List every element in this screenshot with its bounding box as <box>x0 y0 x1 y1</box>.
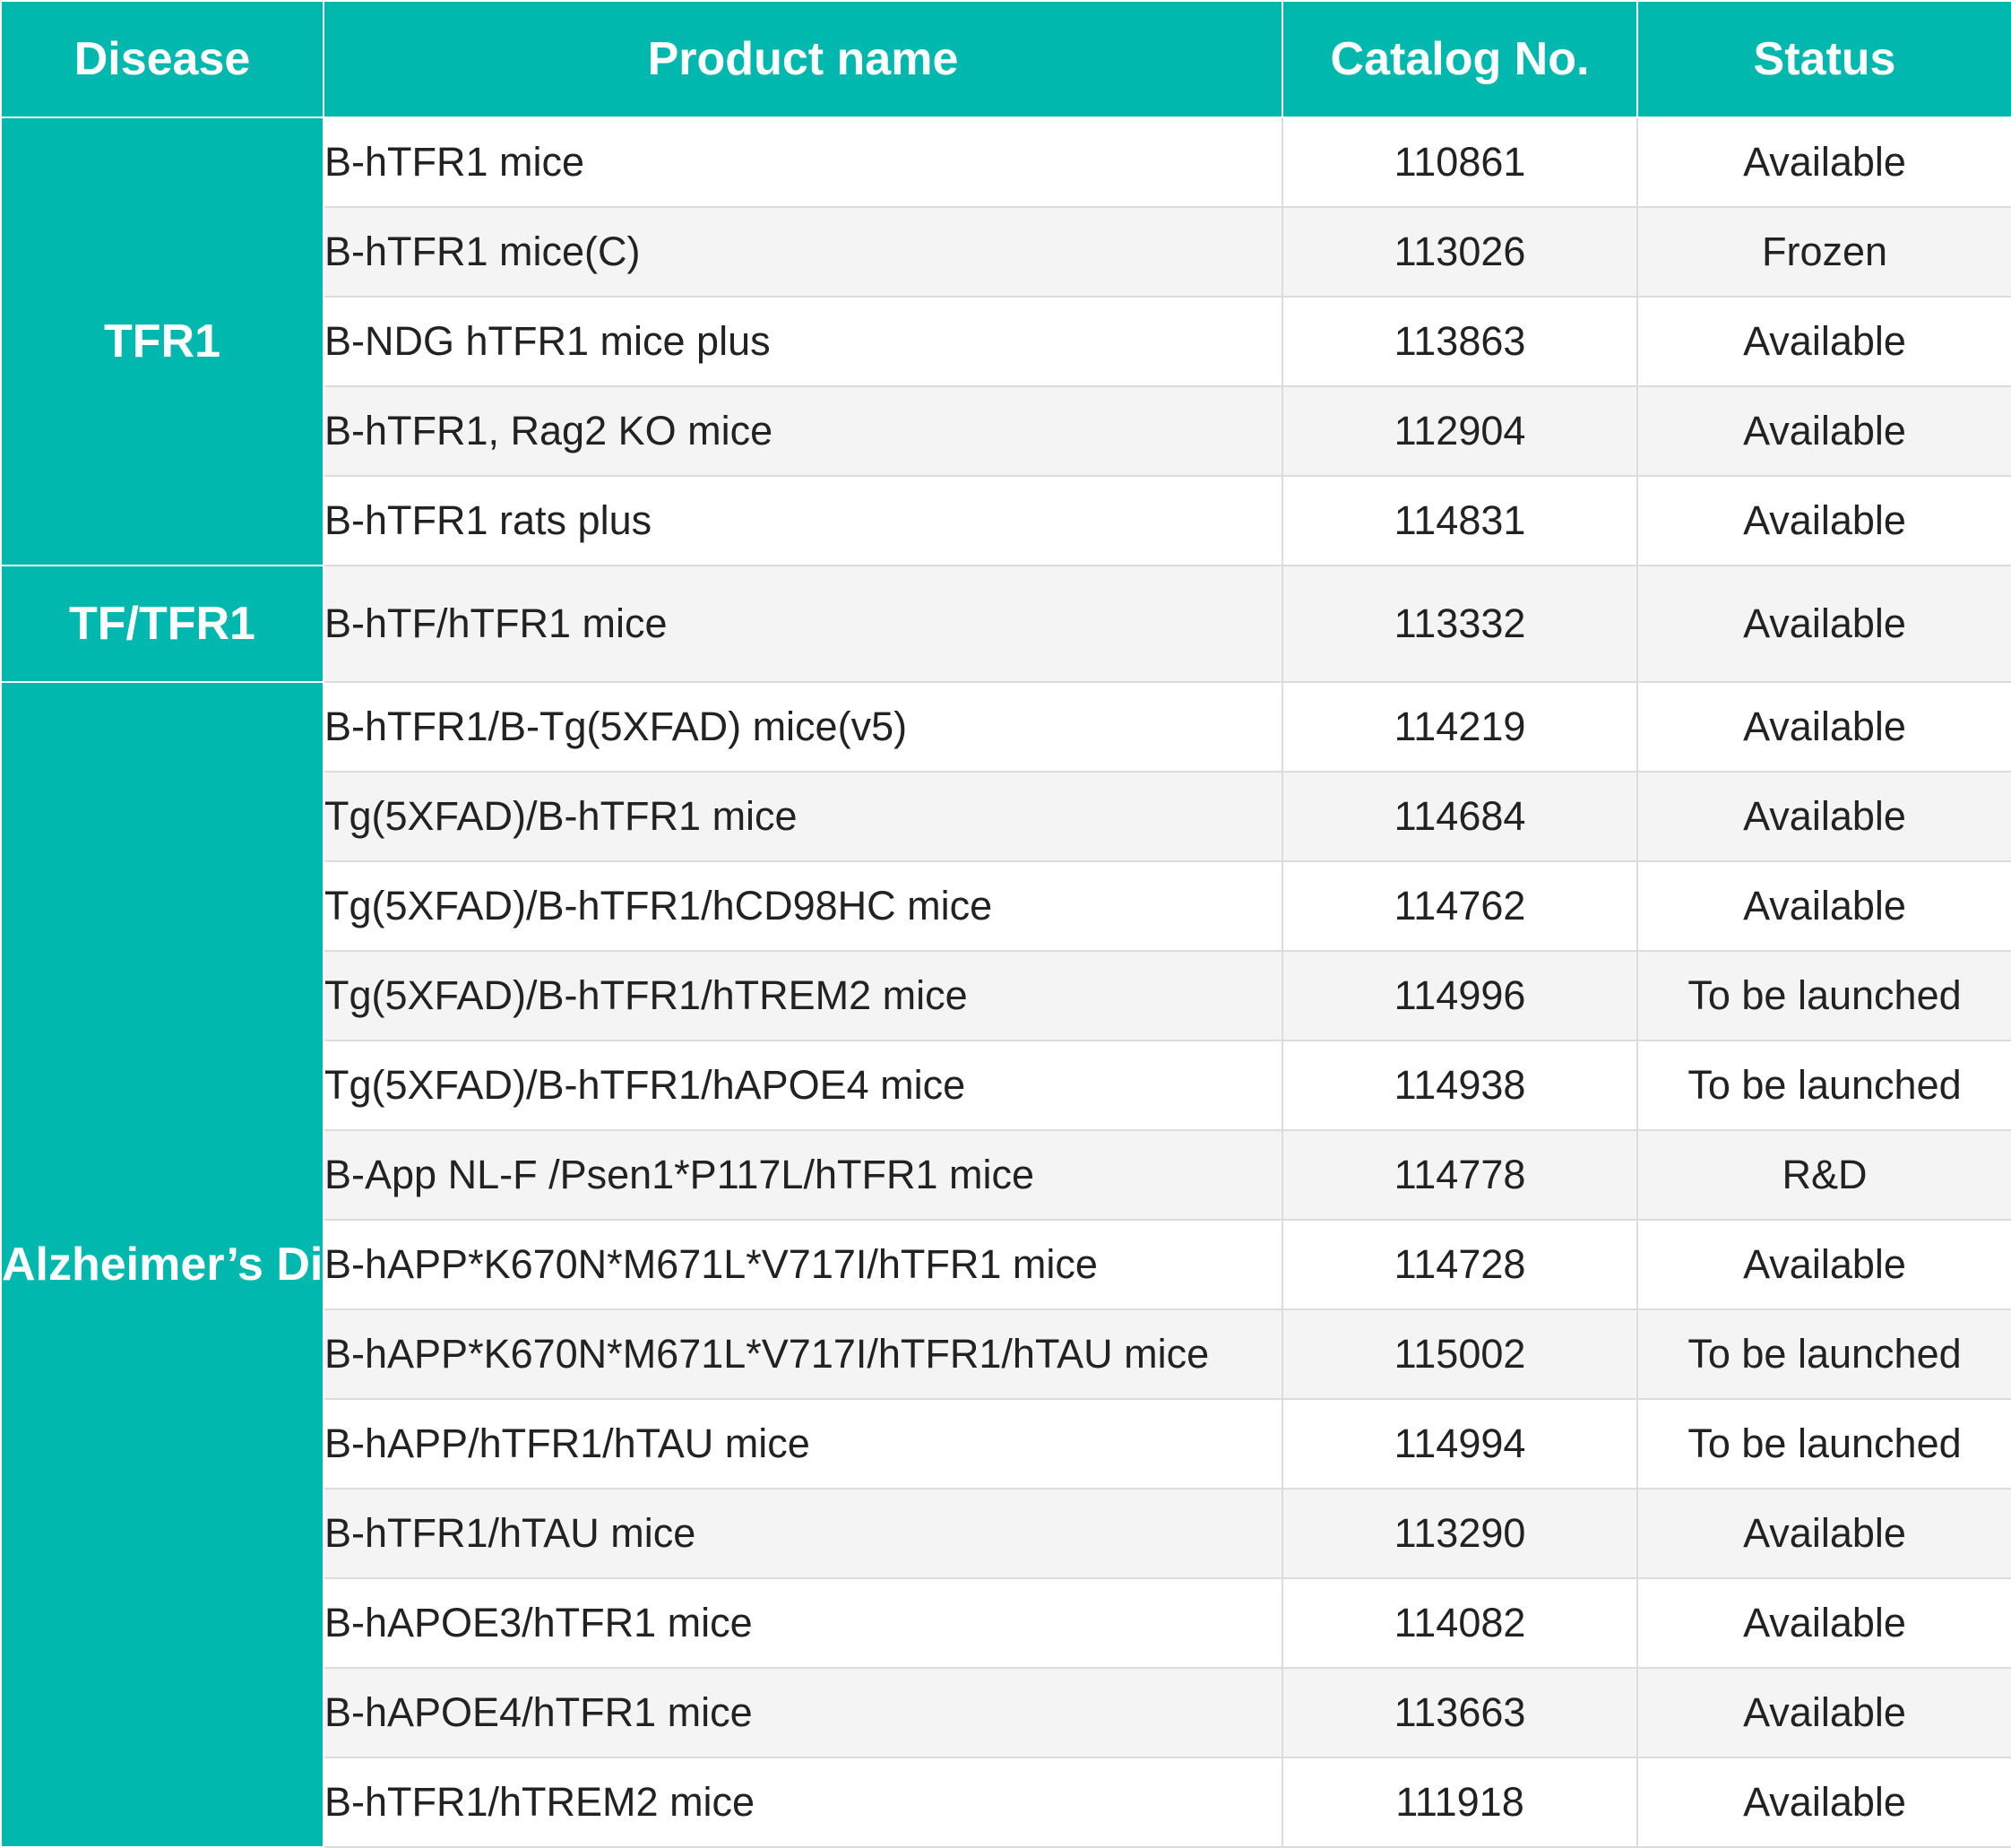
status-cell: Available <box>1636 385 2011 477</box>
product-name-cell: B-hTFR1 mice <box>323 117 1283 208</box>
status-cell: Available <box>1636 1667 2011 1758</box>
product-name-cell: B-hTFR1, Rag2 KO mice <box>323 385 1283 477</box>
status-cell: Frozen <box>1636 206 2011 298</box>
catalog-no-cell: 114831 <box>1282 475 1638 566</box>
table-row: TFR1 B-hTFR1 mice 110861 Available <box>0 117 2011 566</box>
header-row: Disease Product name Catalog No. Status <box>0 0 2011 118</box>
catalog-no-cell: 113026 <box>1282 206 1638 298</box>
status-cell: Available <box>1636 1219 2011 1310</box>
status-cell: Available <box>1636 681 2011 773</box>
status-cell: To be launched <box>1636 950 2011 1041</box>
product-name-cell: B-hAPP*K670N*M671L*V717I/hTFR1/hTAU mice <box>323 1308 1283 1400</box>
disease-group-cell: TF/TFR1 <box>0 565 324 683</box>
catalog-no-cell: 114728 <box>1282 1219 1638 1310</box>
product-name-cell: B-hAPOE3/hTFR1 mice <box>323 1577 1283 1669</box>
table-row: Alzheimer’s DiseaseB-hTFR1/B-Tg(5XFAD) m… <box>0 681 2011 1848</box>
catalog-no-cell: 114219 <box>1282 681 1638 773</box>
product-name-cell: B-hAPP*K670N*M671L*V717I/hTFR1 mice <box>323 1219 1283 1310</box>
status-cell: Available <box>1636 771 2011 862</box>
product-name-cell: Tg(5XFAD)/B-hTFR1/hAPOE4 mice <box>323 1040 1283 1131</box>
product-name-cell: B-hTFR1/hTAU mice <box>323 1488 1283 1579</box>
status-cell: R&D <box>1636 1129 2011 1221</box>
header-disease: Disease <box>0 0 324 118</box>
status-cell: To be launched <box>1636 1308 2011 1400</box>
disease-group-cell: Alzheimer’s Disease <box>0 681 324 1848</box>
catalog-no-cell: 113663 <box>1282 1667 1638 1758</box>
table-header: Disease Product name Catalog No. Status <box>0 0 2011 118</box>
product-name-cell: B-App NL-F /Psen1*P117L/hTFR1 mice <box>323 1129 1283 1221</box>
catalog-no-cell: 111918 <box>1282 1757 1638 1848</box>
catalog-no-cell: 115002 <box>1282 1308 1638 1400</box>
catalog-no-cell: 113332 <box>1282 565 1638 683</box>
table-body: TFR1 B-hTFR1 mice 110861 Available B-hTFR1 m… <box>0 117 2011 1848</box>
status-cell: Available <box>1636 565 2011 683</box>
catalog-no-cell: 114082 <box>1282 1577 1638 1669</box>
status-cell: Available <box>1636 1577 2011 1669</box>
product-table: Disease Product name Catalog No. Status … <box>0 0 2011 1848</box>
product-name-cell: B-hTFR1 mice(C) <box>323 206 1283 298</box>
catalog-no-cell: 113290 <box>1282 1488 1638 1579</box>
status-cell: Available <box>1636 475 2011 566</box>
header-status: Status <box>1636 0 2011 118</box>
catalog-no-cell: 114938 <box>1282 1040 1638 1131</box>
product-name-cell: B-hTF/hTFR1 mice <box>323 565 1283 683</box>
status-cell: Available <box>1636 860 2011 952</box>
product-name-cell: Tg(5XFAD)/B-hTFR1 mice <box>323 771 1283 862</box>
header-catalog-no: Catalog No. <box>1282 0 1638 118</box>
catalog-no-cell: 114778 <box>1282 1129 1638 1221</box>
product-name-cell: B-hTFR1/hTREM2 mice <box>323 1757 1283 1848</box>
catalog-no-cell: 114684 <box>1282 771 1638 862</box>
catalog-no-cell: 114762 <box>1282 860 1638 952</box>
header-product-name: Product name <box>323 0 1283 118</box>
product-name-cell: B-hTFR1 rats plus <box>323 475 1283 566</box>
status-cell: To be launched <box>1636 1398 2011 1490</box>
product-name-cell: B-hTFR1/B-Tg(5XFAD) mice(v5) <box>323 681 1283 773</box>
disease-group-cell: TFR1 <box>0 117 324 566</box>
product-name-cell: B-hAPOE4/hTFR1 mice <box>323 1667 1283 1758</box>
status-cell: Available <box>1636 296 2011 387</box>
status-cell: To be launched <box>1636 1040 2011 1131</box>
product-name-cell: B-hAPP/hTFR1/hTAU mice <box>323 1398 1283 1490</box>
product-name-cell: B-NDG hTFR1 mice plus <box>323 296 1283 387</box>
product-name-cell: Tg(5XFAD)/B-hTFR1/hCD98HC mice <box>323 860 1283 952</box>
catalog-no-cell: 114996 <box>1282 950 1638 1041</box>
status-cell: Available <box>1636 1757 2011 1848</box>
catalog-no-cell: 112904 <box>1282 385 1638 477</box>
catalog-no-cell: 110861 <box>1282 117 1638 208</box>
product-name-cell: Tg(5XFAD)/B-hTFR1/hTREM2 mice <box>323 950 1283 1041</box>
status-cell: Available <box>1636 117 2011 208</box>
product-table-page: Disease Product name Catalog No. Status … <box>0 0 2011 1848</box>
status-cell: Available <box>1636 1488 2011 1579</box>
table-row: TF/TFR1 B-hTF/hTFR1 mice 113332 Available <box>0 565 2011 683</box>
catalog-no-cell: 114994 <box>1282 1398 1638 1490</box>
catalog-no-cell: 113863 <box>1282 296 1638 387</box>
